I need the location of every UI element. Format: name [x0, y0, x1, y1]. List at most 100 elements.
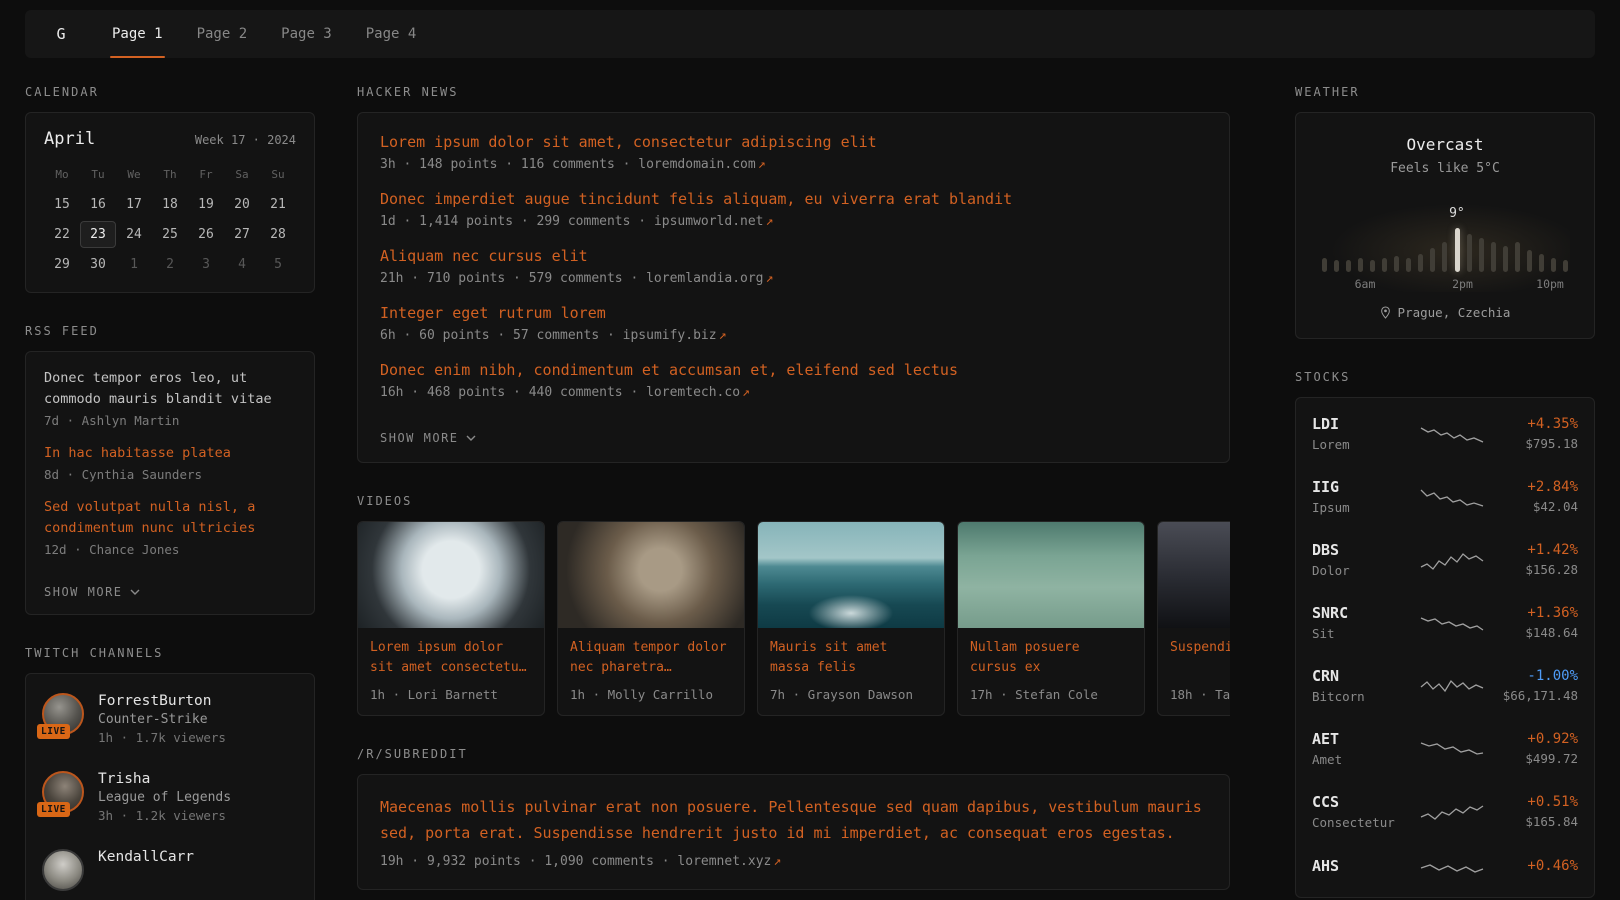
weather-feels-like: Feels like 5°C: [1314, 161, 1576, 176]
tab-page-2[interactable]: Page 2: [180, 10, 265, 58]
temperature-bar: [1551, 258, 1556, 272]
news-item-title[interactable]: Lorem ipsum dolor sit amet, consectetur …: [380, 133, 1207, 151]
news-item-stats: 1d · 1,414 points · 299 comments ·: [380, 214, 654, 229]
news-item-title[interactable]: Donec imperdiet augue tincidunt felis al…: [380, 190, 1207, 208]
rss-show-more-button[interactable]: SHOW MORE: [44, 585, 140, 599]
stock-values: +0.51% $165.84: [1492, 794, 1578, 829]
stock-name: Ipsum: [1312, 500, 1412, 515]
hacker-news-show-more-button[interactable]: SHOW MORE: [380, 431, 476, 445]
temperature-bar: [1334, 260, 1339, 272]
news-item-source-link[interactable]: ipsumify.biz: [623, 328, 717, 343]
news-item: Integer eget rutrum lorem 6h · 60 points…: [380, 304, 1207, 343]
news-item-stats: 16h · 468 points · 440 comments ·: [380, 385, 646, 400]
section-title-stocks: STOCKS: [1295, 370, 1595, 384]
weather-widget: Overcast Feels like 5°C 9° 6am 2pm 10pm …: [1295, 112, 1595, 339]
stock-id: AHS: [1312, 857, 1412, 879]
video-thumbnail: [1158, 522, 1230, 628]
channel-name: Trisha: [98, 771, 231, 787]
calendar-month: April: [44, 129, 95, 149]
stock-symbol: CCS: [1312, 793, 1412, 811]
twitch-channel-row[interactable]: LIVE ForrestBurton Counter-Strike 1h · 1…: [26, 680, 314, 758]
tab-page-4[interactable]: Page 4: [349, 10, 434, 58]
news-item-stats: 6h · 60 points · 57 comments ·: [380, 328, 623, 343]
external-link-icon: ↗: [766, 271, 774, 286]
twitch-channel-row[interactable]: KendallCarr: [26, 836, 314, 900]
video-card[interactable]: Suspendisse diam 18h · Tara: [1157, 521, 1230, 716]
stock-name: Consectetur: [1312, 815, 1412, 830]
reddit-post-title[interactable]: Maecenas mollis pulvinar erat non posuer…: [380, 795, 1207, 846]
stock-values: -1.00% $66,171.48: [1492, 668, 1578, 703]
calendar-day: 18: [152, 191, 188, 218]
temperature-now-label: 9°: [1449, 206, 1465, 221]
video-thumbnail: [358, 522, 544, 628]
temperature-bar: [1515, 242, 1520, 272]
video-thumbnail: [558, 522, 744, 628]
tab-page-1[interactable]: Page 1: [95, 10, 180, 58]
video-card[interactable]: Nullam posuere cursus ex 17h · Stefan Co…: [957, 521, 1145, 716]
reddit-post-meta: 19h · 9,932 points · 1,090 comments · lo…: [380, 854, 1207, 869]
center-column: HACKER NEWS Lorem ipsum dolor sit amet, …: [357, 85, 1230, 900]
video-card[interactable]: Mauris sit amet massa felis 7h · Grayson…: [757, 521, 945, 716]
stock-id: CCS Consectetur: [1312, 793, 1412, 830]
stock-values: +4.35% $795.18: [1492, 416, 1578, 451]
temperature-bar: [1394, 256, 1399, 272]
reddit-post-source-link[interactable]: loremnet.xyz: [677, 854, 771, 869]
stock-values: +0.46%: [1492, 858, 1578, 878]
twitch-channel-row[interactable]: LIVE Trisha League of Legends 3h · 1.2k …: [26, 758, 314, 836]
calendar-day: 19: [188, 191, 224, 218]
calendar-day: 21: [260, 191, 296, 218]
news-item-source-link[interactable]: loremlandia.org: [646, 271, 763, 286]
section-title-calendar: CALENDAR: [25, 85, 315, 99]
stock-values: +0.92% $499.72: [1492, 731, 1578, 766]
calendar-day: 1: [116, 251, 152, 278]
video-meta: 7h · Grayson Dawson: [758, 680, 944, 715]
stock-change: +0.46%: [1492, 858, 1578, 874]
stock-id: LDI Lorem: [1312, 415, 1412, 452]
stock-id: DBS Dolor: [1312, 541, 1412, 578]
stock-sparkline: [1412, 800, 1492, 824]
rss-item-meta: 12d · Chance Jones: [44, 542, 296, 557]
rss-item-title[interactable]: In hac habitasse platea: [44, 443, 296, 464]
news-item-title[interactable]: Donec enim nibh, condimentum et accumsan…: [380, 361, 1207, 379]
news-item-title[interactable]: Aliquam nec cursus elit: [380, 247, 1207, 265]
tab-page-3[interactable]: Page 3: [264, 10, 349, 58]
stock-price: $42.04: [1492, 499, 1578, 514]
section-title-weather: WEATHER: [1295, 85, 1595, 99]
news-item-meta: 21h · 710 points · 579 comments · loreml…: [380, 271, 1207, 286]
weather-section: WEATHER Overcast Feels like 5°C 9° 6am 2…: [1295, 85, 1595, 339]
video-meta: 18h · Tara: [1158, 680, 1230, 715]
hacker-news-widget: Lorem ipsum dolor sit amet, consectetur …: [357, 112, 1230, 463]
news-item-source-link[interactable]: loremdomain.com: [638, 157, 755, 172]
section-title-twitch: TWITCH CHANNELS: [25, 646, 315, 660]
stock-symbol: AET: [1312, 730, 1412, 748]
calendar-day-header: Th: [152, 161, 188, 188]
news-item-title[interactable]: Integer eget rutrum lorem: [380, 304, 1207, 322]
calendar-day: 16: [80, 191, 116, 218]
news-item: Lorem ipsum dolor sit amet, consectetur …: [380, 133, 1207, 172]
hacker-news-section: HACKER NEWS Lorem ipsum dolor sit amet, …: [357, 85, 1230, 463]
video-card[interactable]: Aliquam tempor dolor nec pharetra… 1h · …: [557, 521, 745, 716]
video-meta: 1h · Lori Barnett: [358, 680, 544, 715]
rss-item-meta: 7d · Ashlyn Martin: [44, 413, 296, 428]
show-more-label: SHOW MORE: [44, 585, 123, 599]
rss-item-title[interactable]: Sed volutpat nulla nisl, a condimentum n…: [44, 497, 296, 539]
calendar-day: 3: [188, 251, 224, 278]
news-item-source-link[interactable]: loremtech.co: [646, 385, 740, 400]
temperature-bar: [1358, 258, 1363, 272]
news-item: Aliquam nec cursus elit 21h · 710 points…: [380, 247, 1207, 286]
stock-price: $499.72: [1492, 751, 1578, 766]
rss-item-title[interactable]: Donec tempor eros leo, ut commodo mauris…: [44, 368, 296, 410]
app-logo[interactable]: G: [41, 17, 81, 51]
temperature-bar: [1563, 260, 1568, 272]
calendar-grid: Mo Tu We Th Fr Sa Su 15 16 17 18 19 20 2…: [44, 161, 296, 278]
temperature-bar: [1370, 260, 1375, 272]
weather-condition: Overcast: [1314, 135, 1576, 154]
stock-sparkline: [1412, 856, 1492, 880]
video-card[interactable]: Lorem ipsum dolor sit amet consectetu… 1…: [357, 521, 545, 716]
temperature-bar: [1539, 254, 1544, 272]
calendar-day: 2: [152, 251, 188, 278]
news-item-source-link[interactable]: ipsumworld.net: [654, 214, 764, 229]
external-link-icon: ↗: [766, 214, 774, 229]
stock-row: AHS +0.46%: [1296, 843, 1594, 893]
section-title-subreddit: /R/SUBREDDIT: [357, 747, 1230, 761]
